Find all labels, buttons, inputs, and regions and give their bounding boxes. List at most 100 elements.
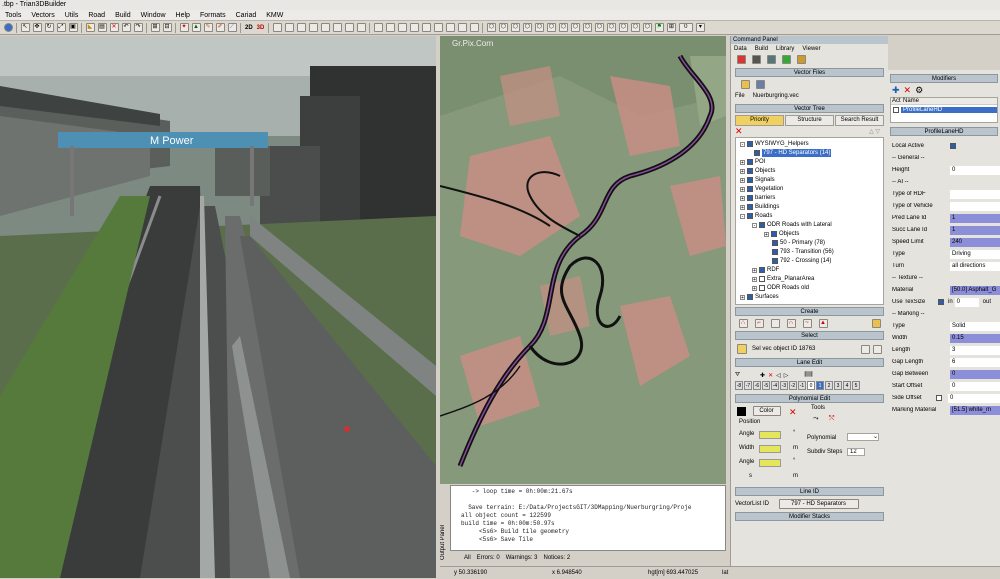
- tree-item[interactable]: - Roads: [740, 212, 772, 220]
- tab-search-result[interactable]: Search Result: [835, 115, 884, 126]
- lane-button[interactable]: -3: [780, 381, 788, 390]
- tree-item[interactable]: - ODR Roads with Lateral: [752, 221, 832, 229]
- checkbox-icon[interactable]: [747, 213, 753, 219]
- remove-modifier-icon[interactable]: ✕: [904, 85, 912, 95]
- cube-icon-d[interactable]: ⬡: [522, 23, 532, 32]
- help-icon[interactable]: [3, 23, 13, 32]
- angle-input[interactable]: [759, 431, 781, 439]
- expand-icon[interactable]: -: [740, 213, 745, 219]
- edit-icon[interactable]: [873, 344, 882, 354]
- tool-a-icon[interactable]: ⤳: [813, 415, 819, 423]
- tab-structure[interactable]: Structure: [785, 115, 834, 126]
- color-button[interactable]: Color: [752, 406, 781, 416]
- type-of-vehicle-field[interactable]: [950, 201, 1000, 211]
- tab-all[interactable]: All: [464, 555, 471, 561]
- lane-button[interactable]: 5: [852, 381, 860, 390]
- cube-icon-c[interactable]: ⬡: [510, 23, 520, 32]
- layer-icon-d[interactable]: [409, 23, 419, 32]
- tool-icon-b[interactable]: [284, 23, 294, 32]
- cube-icon-i[interactable]: ⬡: [582, 23, 592, 32]
- open-folder-icon[interactable]: [740, 80, 750, 89]
- checkbox-icon[interactable]: [772, 258, 778, 264]
- layer-icon-b[interactable]: [385, 23, 395, 32]
- marking-width-field[interactable]: 0.15: [950, 333, 1000, 343]
- tab-data[interactable]: Data: [734, 46, 747, 52]
- tree-arrows-icon[interactable]: △ ▽: [869, 128, 880, 135]
- tool-icon-c[interactable]: [296, 23, 306, 32]
- checkbox-icon[interactable]: [771, 231, 777, 237]
- modifier-active-checkbox[interactable]: [893, 106, 899, 113]
- next-lane-icon[interactable]: ▷: [784, 372, 789, 379]
- lane-button[interactable]: -1: [798, 381, 806, 390]
- road-tool-icon[interactable]: ✦: [179, 23, 189, 32]
- clear-color-icon[interactable]: ✕: [789, 407, 797, 418]
- menu-cariad[interactable]: Cariad: [231, 10, 262, 21]
- tree-item[interactable]: + Signals: [740, 176, 775, 184]
- succ-lane-field[interactable]: 1: [950, 225, 1000, 235]
- create-line-icon[interactable]: ⌐: [754, 319, 764, 328]
- expand-icon[interactable]: +: [740, 294, 745, 300]
- expand-icon[interactable]: +: [740, 186, 745, 192]
- grid-toggle-icon[interactable]: ⊞: [666, 23, 676, 32]
- checkbox-icon[interactable]: [747, 186, 753, 192]
- expand-icon[interactable]: +: [740, 195, 745, 201]
- cube-icon-n[interactable]: ⬡: [642, 23, 652, 32]
- expand-icon[interactable]: +: [740, 204, 745, 210]
- tree-item[interactable]: 50 - Primary (78): [772, 239, 825, 247]
- data-icon-a[interactable]: [736, 55, 746, 64]
- start-offset-field[interactable]: 0: [950, 381, 1000, 391]
- gap-between-field[interactable]: 0: [950, 369, 1000, 379]
- checkbox-icon[interactable]: [759, 222, 765, 228]
- tool-icon-a[interactable]: [272, 23, 282, 32]
- expand-icon[interactable]: +: [752, 267, 757, 273]
- vector-tree[interactable]: - WYSIWYG_Helpers 797 - HD Separators (14…: [735, 137, 884, 305]
- create-point-icon[interactable]: ∴: [738, 319, 748, 328]
- cube-icon-f[interactable]: ⬡: [546, 23, 556, 32]
- tree-item[interactable]: + barriers: [740, 194, 775, 202]
- checkbox-icon[interactable]: [772, 249, 778, 255]
- speed-limit-field[interactable]: 240: [950, 237, 1000, 247]
- expand-icon[interactable]: +: [740, 168, 745, 174]
- checkbox-icon[interactable]: [759, 285, 765, 291]
- data-icon-c[interactable]: [766, 55, 776, 64]
- road-icon[interactable]: ⛛: [735, 372, 740, 379]
- menu-tools[interactable]: Tools: [0, 10, 26, 21]
- tree-item[interactable]: + Buildings: [740, 203, 779, 211]
- expand-icon[interactable]: +: [740, 159, 745, 165]
- use-texsize-checkbox[interactable]: [938, 299, 944, 305]
- menu-formats[interactable]: Formats: [195, 10, 231, 21]
- polynomial-select[interactable]: ⌄: [847, 433, 879, 441]
- measure-icon[interactable]: ◣: [85, 23, 95, 32]
- tool-icon-g[interactable]: [344, 23, 354, 32]
- layer-icon-h[interactable]: [457, 23, 467, 32]
- menu-help[interactable]: Help: [171, 10, 195, 21]
- checkbox-icon[interactable]: [747, 141, 753, 147]
- tab-priority[interactable]: Priority: [735, 115, 784, 126]
- expand-icon[interactable]: +: [764, 231, 769, 237]
- menu-utils[interactable]: Utils: [60, 10, 84, 21]
- tab-warnings[interactable]: Warnings: 3: [506, 555, 538, 561]
- checkbox-icon[interactable]: [754, 150, 760, 156]
- file-name[interactable]: Nuerburgring.vec: [753, 93, 799, 99]
- lane-button[interactable]: -5: [762, 381, 770, 390]
- redo-icon[interactable]: ↷: [133, 23, 143, 32]
- brush-icon[interactable]: ✐: [215, 23, 225, 32]
- checkbox-icon[interactable]: [772, 240, 778, 246]
- cube-icon-a[interactable]: ⬡: [486, 23, 496, 32]
- cube-icon-l[interactable]: ⬡: [618, 23, 628, 32]
- cube-icon-k[interactable]: ⬡: [606, 23, 616, 32]
- grid-icon[interactable]: ⊟: [162, 23, 172, 32]
- scale-icon[interactable]: ⤢: [56, 23, 66, 32]
- view-2d-button[interactable]: 2D: [243, 25, 255, 31]
- modifier-row[interactable]: ProfileLaneHD: [891, 105, 997, 114]
- checkbox-icon[interactable]: [759, 267, 765, 273]
- checkbox-icon[interactable]: [747, 159, 753, 165]
- select-icon[interactable]: [736, 344, 747, 354]
- tree-item[interactable]: - WYSIWYG_Helpers: [740, 140, 809, 148]
- layer-icon-c[interactable]: [397, 23, 407, 32]
- expand-icon[interactable]: +: [752, 285, 757, 291]
- create-curve-icon[interactable]: ∩: [786, 319, 796, 328]
- lane-button[interactable]: 4: [843, 381, 851, 390]
- menu-window[interactable]: Window: [136, 10, 171, 21]
- layer-icon-i[interactable]: [469, 23, 479, 32]
